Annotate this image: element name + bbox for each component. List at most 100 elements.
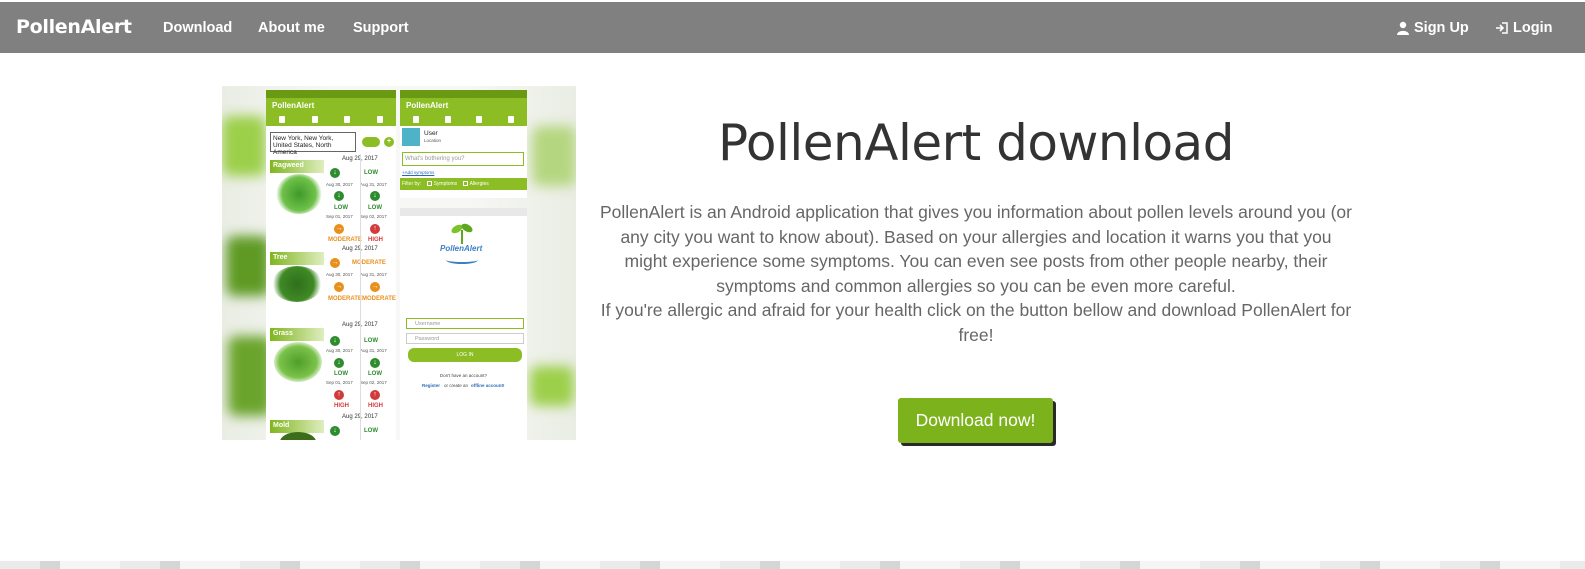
brand-logo[interactable]: PollenAlert <box>16 16 132 38</box>
nav-download[interactable]: Download <box>163 20 232 36</box>
page-title: PollenAlert download <box>718 114 1234 172</box>
register-link: Register <box>422 383 441 388</box>
phone-pollen-screen: PollenAlert New York, New York, United S… <box>266 90 396 440</box>
signup-link[interactable]: Sign Up <box>1396 20 1469 36</box>
ragweed-image <box>276 174 322 214</box>
level-moderate: MODERATE <box>328 237 362 243</box>
list-icon <box>444 115 451 123</box>
app-screenshot: PollenAlert New York, New York, United S… <box>222 86 576 440</box>
or-text: or create an <box>444 383 469 388</box>
level-moderate: MODERATE <box>352 260 386 266</box>
login-icon <box>1496 22 1508 34</box>
people-icon <box>376 115 383 123</box>
phone-feed-screen: PollenAlert User Location What's botheri… <box>400 90 527 198</box>
username-field: Username <box>406 318 524 329</box>
blurred-decor <box>530 366 574 406</box>
arrow-down-icon: ↓ <box>330 426 340 436</box>
arrow-right-icon: → <box>334 282 344 292</box>
blurred-decor <box>532 126 576 186</box>
date-small: Aug 31, 2017 <box>360 348 387 353</box>
login-label: Login <box>1513 20 1553 36</box>
level-low: LOW <box>364 338 378 344</box>
level-low: LOW <box>334 205 348 211</box>
date-small: Aug 30, 2017 <box>326 272 353 277</box>
bother-input: What's bothering you? <box>402 152 524 166</box>
arrow-down-icon: ↓ <box>330 336 340 346</box>
user-name: User <box>424 130 438 137</box>
mold-image <box>280 432 316 440</box>
arrow-up-icon: ↑ <box>370 224 380 234</box>
filter-bar: Filter by: Symptoms Allergies <box>400 178 527 190</box>
location-icon <box>412 115 419 123</box>
checkbox-icon <box>426 181 432 187</box>
arrow-down-icon: ↓ <box>330 168 340 178</box>
people-icon <box>508 115 515 123</box>
level-low: LOW <box>368 371 382 377</box>
tree-image <box>272 266 322 302</box>
level-low: LOW <box>334 371 348 377</box>
footer-edge <box>0 561 1585 569</box>
location-field: New York, New York, United States, North… <box>270 132 356 156</box>
level-moderate: MODERATE <box>328 296 362 302</box>
arrow-up-icon: ↑ <box>334 390 344 400</box>
add-icon: + <box>384 137 394 147</box>
arrow-right-icon: → <box>334 224 344 234</box>
password-field: Password <box>406 333 524 344</box>
arrow-down-icon: ↓ <box>370 191 380 201</box>
app-title: PollenAlert <box>400 98 527 112</box>
logo-underline <box>446 256 478 264</box>
date-small: Sep 01, 2017 <box>326 380 353 385</box>
divider <box>360 154 361 440</box>
book-icon <box>344 115 351 123</box>
level-low: LOW <box>364 170 378 176</box>
phone-login-screen: PollenAlert Username Password LOG IN Don… <box>400 208 527 440</box>
plant-label-grass: Grass <box>270 328 324 341</box>
navbar: PollenAlert Download About me Support Si… <box>0 2 1585 53</box>
search-toggle-icon <box>362 137 380 147</box>
status-bar <box>400 90 527 98</box>
status-bar <box>266 90 396 98</box>
pollenalert-logo-text: PollenAlert <box>440 244 483 253</box>
date-small: Aug 30, 2017 <box>326 348 353 353</box>
arrow-right-icon: → <box>370 282 380 292</box>
level-high: HIGH <box>368 237 383 243</box>
level-low: LOW <box>368 205 382 211</box>
app-tabs <box>400 112 527 126</box>
nav-about-me[interactable]: About me <box>258 20 325 36</box>
signup-label: Sign Up <box>1414 20 1469 36</box>
level-high: HIGH <box>368 403 383 409</box>
date-small: Aug 30, 2017 <box>326 182 353 187</box>
level-low: LOW <box>364 428 378 434</box>
download-now-button[interactable]: Download now! <box>898 398 1053 443</box>
login-btn: LOG IN <box>408 348 522 362</box>
no-account-text: Don't have an account? <box>439 373 488 378</box>
app-title: PollenAlert <box>266 98 396 112</box>
description: PollenAlert is an Android application th… <box>600 200 1352 348</box>
location-icon <box>279 115 286 123</box>
description-paragraph: PollenAlert is an Android application th… <box>600 202 1352 296</box>
grass-image <box>274 342 322 382</box>
arrow-right-icon: → <box>330 258 340 268</box>
user-location: Location <box>424 138 442 143</box>
app-tabs <box>266 112 396 126</box>
add-symptoms-link: +Add symptoms <box>402 170 435 175</box>
arrow-up-icon: ↑ <box>370 390 380 400</box>
description-paragraph: If you're allergic and afraid for your h… <box>600 300 1352 345</box>
user-icon <box>1397 21 1409 35</box>
book-icon <box>476 115 483 123</box>
offline-link: offline account! <box>471 383 505 388</box>
blurred-decor <box>226 236 270 296</box>
date-small: Aug 31, 2017 <box>360 272 387 277</box>
list-icon <box>311 115 318 123</box>
status-bar <box>400 208 527 216</box>
checkbox-icon <box>462 181 468 187</box>
nav-support[interactable]: Support <box>353 20 409 36</box>
filter-symptoms: Symptoms <box>433 181 458 187</box>
level-high: HIGH <box>334 403 349 409</box>
date-small: Sep 02, 2017 <box>360 214 387 219</box>
arrow-down-icon: ↓ <box>370 358 380 368</box>
plant-label-tree: Tree <box>270 252 324 265</box>
login-link[interactable]: Login <box>1495 20 1552 36</box>
plant-label-ragweed: Ragweed <box>270 160 324 173</box>
level-moderate: MODERATE <box>362 296 396 302</box>
